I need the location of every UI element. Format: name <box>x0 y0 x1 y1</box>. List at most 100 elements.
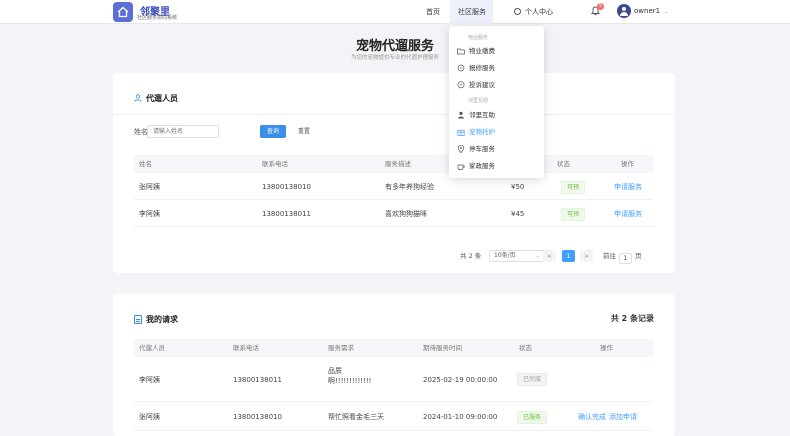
goto-page-input[interactable]: 1 <box>619 253 632 264</box>
nav-home[interactable]: 首页 <box>426 0 440 24</box>
notification-badge: 5 <box>597 3 604 10</box>
column-header: 联系电话 <box>233 344 259 352</box>
table-row: 李阿姨 13800138011 喜欢狗狗猫咪 ¥45 可预 申请服务 <box>134 201 654 227</box>
request-phone: 13800138010 <box>233 413 282 421</box>
chevron-down-icon: ⌄ <box>664 9 669 15</box>
request-time: 2024-01-10 09:00:00 <box>423 413 498 421</box>
menu-item-parking[interactable]: 停车服务 <box>455 141 541 157</box>
confirm-complete-link[interactable]: 确认完成 <box>578 403 606 431</box>
column-header: 操作 <box>621 160 634 168</box>
page-subtitle: 为您的宠物提供专业的代遛护理服务 <box>350 55 439 61</box>
status-badge: 可预 <box>561 208 586 221</box>
agents-title: 代遛人员 <box>146 94 178 103</box>
column-header: 状态 <box>519 344 532 352</box>
folder-icon <box>457 48 465 55</box>
request-phone: 13800138011 <box>233 376 282 384</box>
column-header: 服务描述 <box>385 160 411 168</box>
status-badge: 已完成 <box>517 373 548 386</box>
prev-page-button[interactable]: < <box>543 250 556 262</box>
agent-price: ¥45 <box>511 210 525 218</box>
page-number-button[interactable]: 1 <box>562 250 575 262</box>
agent-desc: 有多年养狗经验 <box>385 183 434 191</box>
requests-card: 我的请求 共 2 条记录 代遛人员 联系电话 服务需求 期待服务时间 状态 操作… <box>113 294 675 436</box>
page-size-select[interactable]: 10条/页 ⌄ <box>489 250 545 262</box>
community-services-dropdown: 物业服务 物业缴费 报修服务 投诉建议 邻里互助 邻里互助 宠物托护 停车服务 … <box>449 26 544 178</box>
username-label: owner1 <box>634 7 661 15</box>
gift-icon <box>457 130 465 136</box>
status-badge: 可预 <box>561 181 586 194</box>
status-badge: 已服务 <box>517 411 548 424</box>
document-icon <box>134 315 142 324</box>
apply-service-link[interactable]: 申请服务 <box>614 174 642 200</box>
column-header: 联系电话 <box>262 160 288 168</box>
table-row: 张阿姨 13800138010 有多年养狗经验 ¥50 可预 申请服务 <box>134 174 654 200</box>
user-menu[interactable]: owner1 ⌄ <box>634 0 668 24</box>
table-row: 张阿姨 13800138010 帮忙照看金毛三天 2024-01-10 09:0… <box>134 403 654 431</box>
query-button[interactable]: 查询 <box>260 125 286 138</box>
nav-community-services[interactable]: 社区服务⌄ <box>450 0 493 40</box>
nav-community-label: 社区服务 <box>458 8 486 16</box>
menu-item-pet-care[interactable]: 宠物托护 <box>455 124 541 140</box>
menu-item-neighbor-help[interactable]: 邻里互助 <box>455 107 541 123</box>
next-page-button[interactable]: > <box>580 250 593 262</box>
records-count: 共 2 条记录 <box>610 314 654 323</box>
menu-item-label: 停车服务 <box>469 145 495 153</box>
nav-personal-center[interactable]: 个人中心 <box>514 0 553 24</box>
location-icon <box>457 145 465 153</box>
menu-item-label: 邻里互助 <box>469 111 495 119</box>
request-need-line2: 啊!!!!!!!!!!!!! <box>328 377 372 385</box>
request-need-line1: 帮忙照看金毛三天 <box>328 413 384 421</box>
home-logo-icon[interactable] <box>113 2 133 22</box>
brand-subtitle: 社区服务协同系统 <box>137 15 178 21</box>
menu-item-complaint[interactable]: 投诉建议 <box>455 77 541 93</box>
menu-item-label: 家政服务 <box>469 162 495 170</box>
column-header: 操作 <box>600 344 613 352</box>
agent-phone: 13800138011 <box>262 210 311 218</box>
pagination-total: 共 2 条 <box>460 252 482 260</box>
agents-table-header: 姓名 联系电话 服务描述 价格 状态 操作 <box>134 155 654 173</box>
page-title: 宠物代遛服务 <box>355 39 434 54</box>
add-request-link[interactable]: 添加申请 <box>609 403 637 431</box>
search-label: 姓名 <box>134 128 148 136</box>
user-icon <box>514 8 521 15</box>
menu-item-property-fee[interactable]: 物业缴费 <box>455 43 541 59</box>
user-icon <box>134 94 142 102</box>
goto-page: 前往 1 页 <box>603 250 642 264</box>
column-header: 期待服务时间 <box>423 344 462 352</box>
apply-service-link[interactable]: 申请服务 <box>614 201 642 227</box>
coffee-icon <box>457 164 465 170</box>
wrench-icon <box>457 64 465 72</box>
table-row: 李阿姨 13800138011 品质 啊!!!!!!!!!!!!! 2025-0… <box>134 358 654 402</box>
dropdown-group-label: 邻里互助 <box>468 98 489 104</box>
request-time: 2025-02-19 00:00:00 <box>423 376 498 384</box>
column-header: 状态 <box>557 160 570 168</box>
column-header: 代遛人员 <box>139 344 165 352</box>
column-header: 服务需求 <box>328 344 354 352</box>
nav-personal-label: 个人中心 <box>525 8 553 16</box>
request-agent-name: 张阿姨 <box>139 413 160 421</box>
goto-prefix: 前往 <box>603 252 616 260</box>
chat-icon <box>457 81 465 89</box>
top-navbar: 邻聚里 社区服务协同系统 首页 社区服务⌄ 个人中心 5 owner1⌄ <box>0 0 790 40</box>
menu-item-label: 报修服务 <box>469 64 495 72</box>
name-search-input[interactable] <box>147 125 219 138</box>
menu-item-label: 宠物托护 <box>469 128 495 136</box>
column-header: 姓名 <box>139 160 152 168</box>
menu-item-housekeeping[interactable]: 家政服务 <box>455 158 541 174</box>
agent-desc: 喜欢狗狗猫咪 <box>385 210 427 218</box>
requests-table-header: 代遛人员 联系电话 服务需求 期待服务时间 状态 操作 <box>134 339 654 357</box>
page-size-value: 10条/页 <box>494 252 516 259</box>
menu-item-repair[interactable]: 报修服务 <box>455 60 541 76</box>
chevron-down-icon: ⌄ <box>535 253 540 259</box>
agent-name: 张阿姨 <box>139 183 160 191</box>
menu-item-label: 物业缴费 <box>469 47 495 55</box>
agents-card: 代遛人员 姓名 查询 重置 姓名 联系电话 服务描述 价格 状态 操作 张阿姨 … <box>113 73 675 273</box>
reset-button[interactable]: 重置 <box>293 125 315 138</box>
dropdown-group-label: 物业服务 <box>468 35 489 41</box>
user-icon <box>458 111 464 119</box>
agent-phone: 13800138010 <box>262 183 311 191</box>
requests-title: 我的请求 <box>146 315 178 324</box>
divider <box>113 114 675 115</box>
avatar[interactable] <box>617 4 631 18</box>
agent-name: 李阿姨 <box>139 210 160 218</box>
